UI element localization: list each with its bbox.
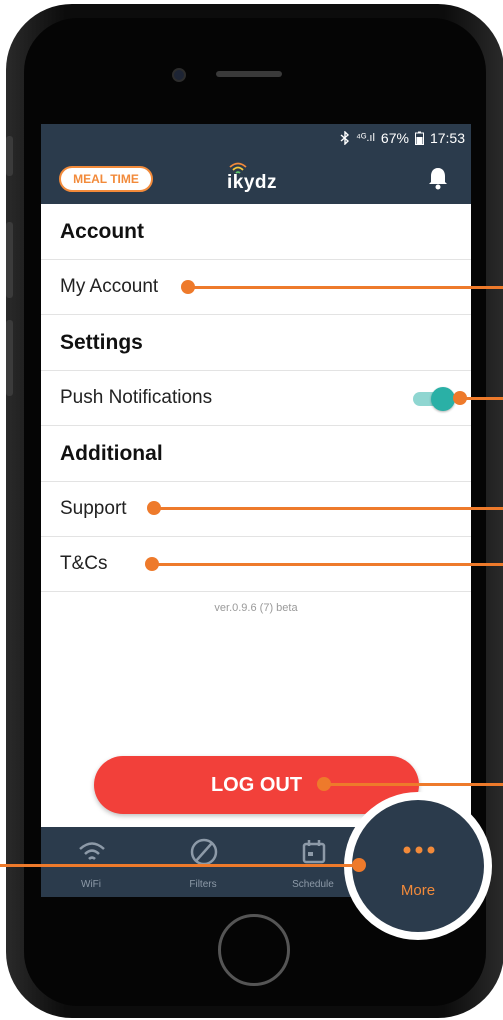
push-notifications-toggle[interactable] <box>413 387 455 411</box>
tab-wifi[interactable]: WiFi <box>41 827 141 897</box>
app-screen: ⁴ᴳ.ıl 67% 17:53 MEAL TIME ikydz Account … <box>41 124 471 897</box>
callout-line-logout <box>324 783 503 786</box>
callout-dot-tcs <box>145 557 159 571</box>
toggle-knob <box>431 387 455 411</box>
callout-dot-my-account <box>181 280 195 294</box>
version-text: ver.0.9.6 (7) beta <box>214 602 298 614</box>
section-additional: Additional <box>41 426 471 482</box>
tab-filters-label: Filters <box>189 879 217 890</box>
earpiece-speaker <box>216 71 282 77</box>
callout-line-tcs <box>152 563 503 566</box>
block-icon <box>190 838 218 866</box>
signal-indicator: ⁴ᴳ.ıl <box>356 132 375 144</box>
tab-more-label: More <box>400 882 436 899</box>
app-header: MEAL TIME ikydz <box>41 152 471 204</box>
logo-text: ikydz <box>227 172 278 193</box>
front-camera <box>172 68 186 82</box>
push-notifications-label: Push Notifications <box>60 387 213 408</box>
callout-line-my-account <box>188 286 503 289</box>
volume-down-button <box>6 320 13 396</box>
tab-filters[interactable]: Filters <box>153 827 253 897</box>
app-logo: ikydz <box>227 162 287 196</box>
callout-dot-logout <box>317 777 331 791</box>
more-dots-icon <box>403 846 435 854</box>
bell-icon[interactable] <box>427 166 449 190</box>
battery-icon <box>414 131 424 145</box>
bluetooth-icon <box>340 131 350 145</box>
battery-percent: 67% <box>380 130 409 146</box>
clock: 17:53 <box>429 130 465 146</box>
tab-more-highlight: More <box>352 800 484 932</box>
calendar-icon <box>302 840 326 864</box>
callout-line-schedule <box>0 864 359 867</box>
volume-up-button <box>6 222 13 298</box>
callout-dot-support <box>147 501 161 515</box>
settings-list: Account My Account Settings Push Notific… <box>41 204 471 592</box>
home-button[interactable] <box>218 914 290 986</box>
section-account: Account <box>41 204 471 260</box>
tab-more[interactable]: More <box>344 792 492 940</box>
callout-dot-schedule <box>352 858 366 872</box>
tab-wifi-label: WiFi <box>81 879 101 890</box>
mute-switch <box>6 136 13 176</box>
meal-time-badge[interactable]: MEAL TIME <box>59 166 153 192</box>
callout-line-support <box>154 507 503 510</box>
wifi-icon <box>79 842 105 860</box>
callout-dot-push <box>453 391 467 405</box>
push-notifications-item: Push Notifications <box>41 371 471 426</box>
status-bar: ⁴ᴳ.ıl 67% 17:53 <box>41 124 471 152</box>
section-settings: Settings <box>41 315 471 371</box>
